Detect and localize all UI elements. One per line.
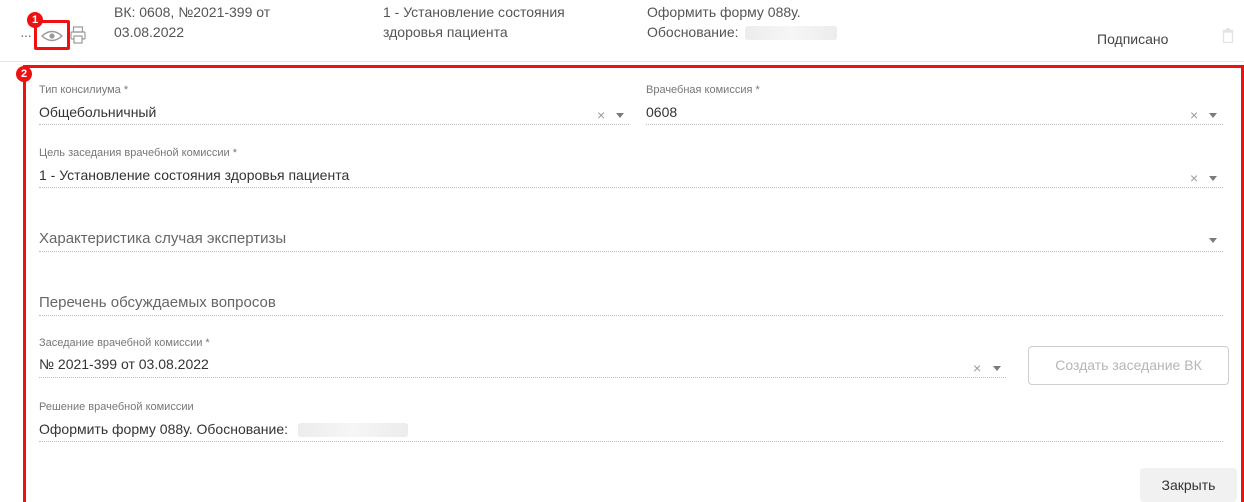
commission-label: Врачебная комиссия * xyxy=(646,84,760,96)
session-chevron-down-icon[interactable] xyxy=(993,366,1001,371)
commission-clear-icon[interactable]: × xyxy=(1190,107,1198,123)
characteristic-chevron-down-icon[interactable] xyxy=(1209,238,1217,243)
session-clear-icon[interactable]: × xyxy=(973,360,981,376)
consilium-type-label: Тип консилиума * xyxy=(39,84,129,96)
blurred-text xyxy=(298,423,409,438)
consultation-edit-form: Тип консилиума * Общебольничный × Врачеб… xyxy=(23,65,1244,502)
blurred-text xyxy=(744,26,837,41)
decision-line-2: Обоснование: xyxy=(647,24,739,40)
consilium-type-clear-icon[interactable]: × xyxy=(597,107,605,123)
purpose-line-1: 1 - Установление состояния xyxy=(383,4,565,20)
close-button[interactable]: Закрыть xyxy=(1140,468,1237,502)
questions-underline xyxy=(39,315,1223,316)
commission-chevron-down-icon[interactable] xyxy=(1209,113,1217,118)
goal-select[interactable]: 1 - Установление состояния здоровья паци… xyxy=(39,167,349,183)
status-label: Подписано xyxy=(1097,31,1169,47)
printer-icon[interactable] xyxy=(70,26,86,44)
consilium-type-underline xyxy=(39,124,629,125)
protocol-line-1: ВК: 0608, №2021-399 от xyxy=(114,4,271,20)
marker-badge-1: 1 xyxy=(27,12,43,28)
goal-underline xyxy=(39,187,1223,188)
more-dots-icon[interactable]: ··· xyxy=(20,28,32,42)
decision-text: Оформить форму 088у. Обоснование: xyxy=(39,421,289,437)
marker-badge-2: 2 xyxy=(16,66,32,82)
decision-underline xyxy=(39,441,1223,442)
commission-select[interactable]: 0608 xyxy=(646,104,677,120)
decision-textarea[interactable]: Оформить форму 088у. Обоснование: xyxy=(39,421,409,438)
trash-icon[interactable] xyxy=(1222,28,1234,43)
decision-cell: Оформить форму 088у. Обоснование: xyxy=(647,2,837,42)
purpose-line-2: здоровья пациента xyxy=(383,24,508,40)
session-label: Заседание врачебной комиссии * xyxy=(39,337,210,349)
goal-chevron-down-icon[interactable] xyxy=(1209,176,1217,181)
commission-underline xyxy=(646,124,1223,125)
create-session-button[interactable]: Создать заседание ВК xyxy=(1028,346,1229,385)
protocol-cell: ВК: 0608, №2021-399 от 03.08.2022 xyxy=(114,2,270,42)
decision-line-1: Оформить форму 088у. xyxy=(647,4,801,20)
decision-label: Решение врачебной комиссии xyxy=(39,401,194,413)
characteristic-select[interactable]: Характеристика случая экспертизы xyxy=(39,230,286,247)
characteristic-underline xyxy=(39,251,1223,252)
purpose-cell: 1 - Установление состояния здоровья паци… xyxy=(383,2,565,42)
goal-label: Цель заседания врачебной комиссии * xyxy=(39,147,238,159)
session-select[interactable]: № 2021-399 от 03.08.2022 xyxy=(39,356,209,372)
session-underline xyxy=(39,377,1006,378)
protocol-line-2: 03.08.2022 xyxy=(114,24,185,40)
consilium-type-chevron-down-icon[interactable] xyxy=(616,113,624,118)
consilium-type-select[interactable]: Общебольничный xyxy=(39,104,156,120)
consultation-row: ··· 1 ВК: 0608, №2021-399 от 03.08.2022 … xyxy=(0,0,1244,62)
goal-clear-icon[interactable]: × xyxy=(1190,170,1198,186)
questions-input[interactable]: Перечень обсуждаемых вопросов xyxy=(39,294,276,311)
eye-icon[interactable] xyxy=(41,30,63,42)
